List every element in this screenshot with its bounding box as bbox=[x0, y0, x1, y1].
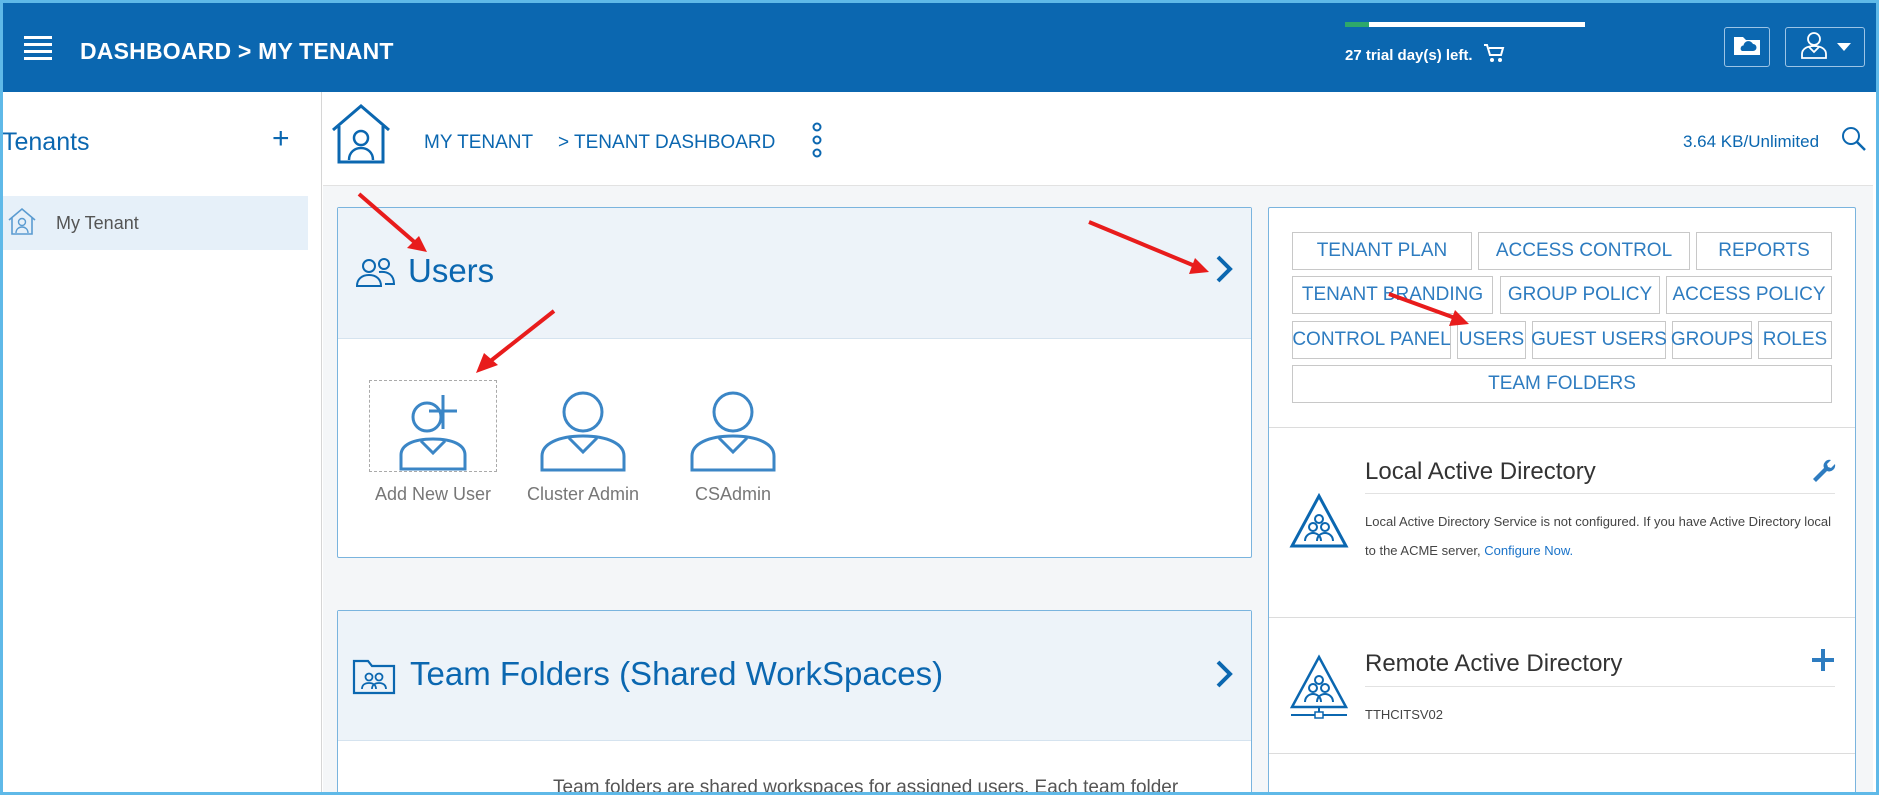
tag-users[interactable]: USERS bbox=[1457, 321, 1526, 359]
user-avatar-icon bbox=[663, 380, 803, 472]
trial-text: 27 trial day(s) left. bbox=[1345, 46, 1473, 64]
users-panel-title: Users bbox=[408, 252, 495, 289]
tag-reports[interactable]: REPORTS bbox=[1696, 232, 1832, 270]
tenant-home-icon bbox=[329, 102, 393, 171]
divider bbox=[1365, 493, 1835, 494]
local-ad-description: Local Active Directory Service is not co… bbox=[1365, 507, 1835, 565]
cart-icon[interactable] bbox=[1483, 43, 1505, 67]
users-panel-header: Users bbox=[338, 208, 1251, 339]
tenant-dashboard-link[interactable]: > TENANT DASHBOARD bbox=[558, 132, 775, 154]
add-tenant-button[interactable]: + bbox=[272, 122, 290, 156]
user-menu-button[interactable] bbox=[1785, 27, 1865, 67]
storage-usage: 3.64 KB/Unlimited bbox=[1683, 132, 1820, 151]
menu-icon[interactable] bbox=[24, 36, 52, 60]
divider bbox=[1269, 617, 1855, 618]
user-tile-label: Add New User bbox=[374, 484, 492, 504]
tag-tenant-plan[interactable]: TENANT PLAN bbox=[1292, 232, 1472, 270]
tag-team-folders[interactable]: TEAM FOLDERS bbox=[1292, 365, 1832, 403]
divider bbox=[1365, 686, 1835, 687]
add-new-user-button[interactable]: Add New User bbox=[363, 380, 503, 505]
tenant-link[interactable]: MY TENANT bbox=[424, 132, 533, 154]
configure-now-link[interactable]: Configure Now. bbox=[1484, 543, 1573, 558]
chevron-right-icon[interactable] bbox=[1215, 659, 1233, 694]
tenant-settings-panel: TENANT PLAN ACCESS CONTROL REPORTS TENAN… bbox=[1268, 207, 1856, 795]
sidebar-title: Tenants bbox=[2, 128, 90, 156]
local-ad-title: Local Active Directory bbox=[1365, 458, 1596, 485]
user-tile-csadmin[interactable]: CSAdmin bbox=[663, 380, 803, 505]
remote-ad-server: TTHCITSV02 bbox=[1365, 707, 1444, 722]
remote-ad-title: Remote Active Directory bbox=[1365, 650, 1623, 677]
user-tile-cluster-admin[interactable]: Cluster Admin bbox=[513, 380, 653, 505]
local-ad-icon bbox=[1289, 492, 1349, 554]
users-panel: Users Add New User Cluster Admin CSAdmin bbox=[337, 207, 1252, 558]
tag-access-control[interactable]: ACCESS CONTROL bbox=[1478, 232, 1690, 270]
users-group-icon bbox=[354, 256, 398, 293]
tag-groups[interactable]: GROUPS bbox=[1671, 321, 1753, 359]
remote-ad-icon bbox=[1289, 654, 1349, 725]
user-avatar-icon bbox=[1799, 30, 1829, 65]
more-options-icon[interactable] bbox=[811, 122, 823, 163]
team-folders-panel: Team Folders (Shared WorkSpaces) Team fo… bbox=[337, 610, 1252, 795]
team-folders-description: Team folders are shared workspaces for a… bbox=[553, 777, 1179, 795]
tag-access-policy[interactable]: ACCESS POLICY bbox=[1666, 276, 1832, 314]
wrench-icon[interactable] bbox=[1811, 458, 1837, 489]
tag-control-panel[interactable]: CONTROL PANEL bbox=[1292, 321, 1451, 359]
main-header: MY TENANT > TENANT DASHBOARD 3.64 KB/Unl… bbox=[323, 92, 1873, 186]
trial-indicator: 27 trial day(s) left. bbox=[1345, 22, 1585, 67]
sidebar-item-my-tenant[interactable]: My Tenant bbox=[2, 196, 308, 250]
top-bar: DASHBOARD > MY TENANT 27 trial day(s) le… bbox=[0, 0, 1879, 92]
cloud-folder-icon bbox=[1733, 34, 1761, 61]
cloud-folder-button[interactable] bbox=[1724, 27, 1770, 67]
user-tile-label: Cluster Admin bbox=[526, 484, 640, 504]
sidebar: Tenants + My Tenant bbox=[0, 92, 322, 795]
breadcrumb: DASHBOARD > MY TENANT bbox=[80, 38, 394, 64]
team-folders-panel-header: Team Folders (Shared WorkSpaces) bbox=[338, 611, 1251, 741]
team-folders-panel-title: Team Folders (Shared WorkSpaces) bbox=[410, 655, 944, 692]
divider bbox=[1269, 753, 1855, 754]
tag-roles[interactable]: ROLES bbox=[1758, 321, 1832, 359]
user-avatar-icon bbox=[513, 380, 653, 472]
chevron-down-icon bbox=[1837, 38, 1851, 56]
local-ad-text: Local Active Directory Service is not co… bbox=[1365, 514, 1832, 558]
trial-progress-bar bbox=[1345, 22, 1585, 27]
sidebar-item-label: My Tenant bbox=[56, 212, 139, 233]
tag-tenant-branding[interactable]: TENANT BRANDING bbox=[1292, 276, 1493, 314]
tag-group-policy[interactable]: GROUP POLICY bbox=[1500, 276, 1660, 314]
search-icon[interactable] bbox=[1841, 126, 1867, 157]
user-tile-label: CSAdmin bbox=[694, 484, 772, 504]
add-icon[interactable] bbox=[1811, 648, 1835, 677]
add-user-icon bbox=[369, 380, 497, 472]
home-user-icon bbox=[6, 206, 38, 241]
team-folder-icon bbox=[352, 657, 396, 700]
chevron-right-icon[interactable] bbox=[1215, 254, 1233, 289]
divider bbox=[1269, 427, 1855, 428]
tag-guest-users[interactable]: GUEST USERS bbox=[1531, 321, 1667, 359]
